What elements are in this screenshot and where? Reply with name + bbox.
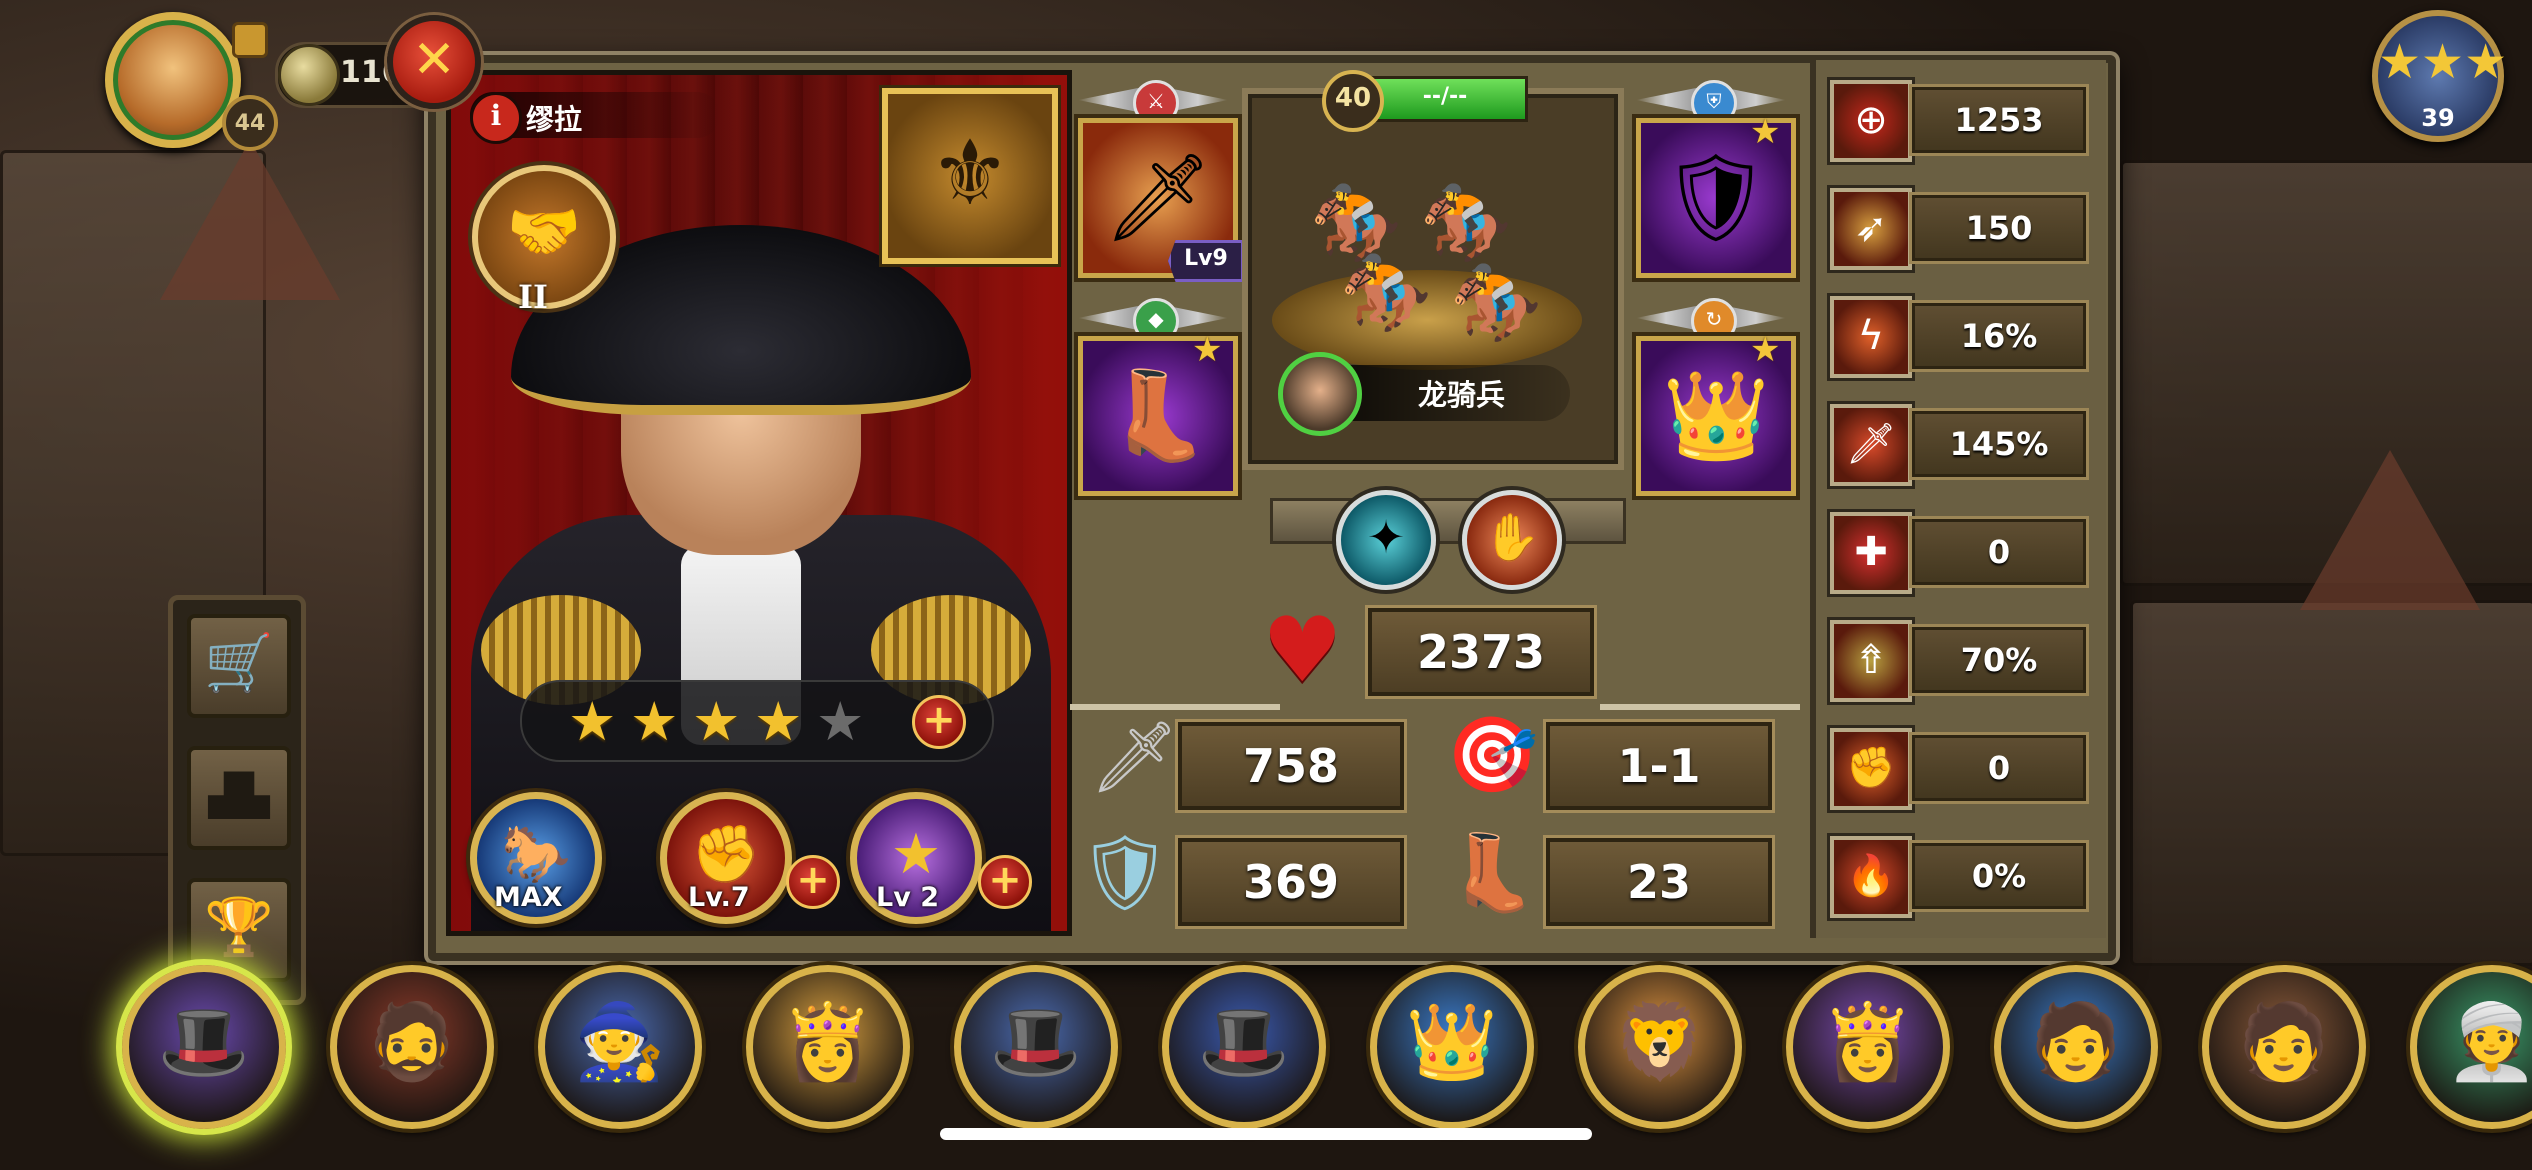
close-button[interactable]: ✕ — [387, 15, 481, 109]
side-menu: 🛒 ▟▙ 🏆 — [168, 595, 306, 1005]
range-target-icon: 🎯 — [1446, 712, 1539, 798]
upgrade-fist-skill-button[interactable]: + — [786, 855, 840, 909]
cavalry-figure-icon: 🏇 — [1340, 250, 1433, 336]
defense-shield-icon: 🛡 — [1078, 830, 1172, 916]
rank-up-icon[interactable]: ⇮ — [1830, 620, 1912, 702]
hero-emblem-icon[interactable]: ⚜ — [882, 88, 1058, 264]
background-building — [2130, 600, 2532, 966]
star-filled-icon: ★ — [568, 690, 617, 753]
hp-heart-icon: ♥ — [1262, 598, 1343, 703]
rank-stars-icon: ★★★ — [2378, 34, 2508, 90]
troop-level: 40 — [1322, 70, 1384, 132]
background-roof — [160, 140, 340, 300]
game-screen: 44 116 ✕ ★★★ 39 🛒 ▟▙ 🏆 i 缪拉 🤝 II ⚜ ★ ★ ★ ★ ★… — [0, 0, 2532, 1170]
heal-icon[interactable]: ✚ — [1830, 512, 1912, 594]
fist-skill-level: Lv.7 — [688, 882, 750, 913]
star-empty-icon: ★ — [816, 690, 865, 753]
hero-rank-numeral: II — [518, 278, 548, 316]
crit-damage-icon[interactable]: 🗡 — [1830, 404, 1912, 486]
ranking-podium-icon[interactable]: ▟▙ — [187, 746, 291, 850]
hero-thumb-hero-old-sage[interactable]: 🧙 — [538, 965, 702, 1129]
attribute-value: 1253 — [1912, 87, 2086, 153]
background-roof — [2300, 450, 2480, 610]
player-level-badge: 44 — [222, 95, 278, 151]
rank-level: 39 — [2421, 104, 2455, 132]
hero-thumb-hero-napoleon[interactable]: 🎩 — [1162, 965, 1326, 1129]
range-value: 1-1 — [1546, 722, 1772, 810]
hero-name: 缪拉 — [526, 103, 583, 136]
upgrade-star-skill-button[interactable]: + — [978, 855, 1032, 909]
hp-value: 2373 — [1368, 608, 1594, 696]
speed-value: 23 — [1546, 838, 1772, 926]
cavalry-figure-icon: 🏇 — [1420, 180, 1513, 266]
home-indicator[interactable] — [940, 1128, 1592, 1140]
attribute-value: 16% — [1912, 303, 2086, 369]
boots-star-icon: ★ — [1192, 330, 1223, 370]
star-filled-icon: ★ — [754, 690, 803, 753]
defense-value: 369 — [1178, 838, 1404, 926]
hand-skill-icon[interactable]: ✋ — [1462, 490, 1562, 590]
speed-boot-icon: 👢 — [1446, 830, 1539, 916]
armor-star-icon: ★ — [1750, 112, 1781, 152]
info-icon[interactable]: i — [470, 92, 522, 144]
hero-thumb-hero-bearded-warrior[interactable]: 🧔 — [330, 965, 494, 1129]
attribute-value: 0% — [1912, 843, 2086, 909]
dodge-icon[interactable]: ➶ — [1830, 188, 1912, 270]
hero-thumb-hero-cleopatra[interactable]: 👑 — [1370, 965, 1534, 1129]
right-ornament — [1600, 584, 1800, 710]
attribute-value: 70% — [1912, 627, 2086, 693]
weapon-slot-badge: ⚔ — [1078, 80, 1228, 126]
formation-bar — [1270, 498, 1626, 544]
troop-commander-avatar — [1278, 352, 1362, 436]
hero-thumb-hero-long-hair-warrior[interactable]: 🧑 — [2202, 965, 2366, 1129]
attack-value: 758 — [1178, 722, 1404, 810]
crit-chance-icon[interactable]: ϟ — [1830, 296, 1912, 378]
burn-icon[interactable]: 🔥 — [1830, 836, 1912, 918]
horse-skill-level: MAX — [494, 882, 563, 913]
hero-thumb-murat[interactable]: 🎩 — [122, 965, 286, 1129]
star-filled-icon: ★ — [630, 690, 679, 753]
hero-thumb-hero-eastern-queen[interactable]: 👸 — [1786, 965, 1950, 1129]
star-filled-icon: ★ — [692, 690, 741, 753]
hero-thumb-hero-blonde-general[interactable]: 🦁 — [1578, 965, 1742, 1129]
coin-icon — [278, 44, 340, 106]
shop-cart-icon[interactable]: 🛒 — [187, 614, 291, 718]
vip-crown-icon — [232, 22, 268, 58]
weapon-level: Lv9 — [1168, 240, 1244, 282]
attribute-value: 0 — [1912, 519, 2086, 585]
attribute-value: 0 — [1912, 735, 2086, 801]
troop-name: 龙骑兵 — [1418, 378, 1506, 412]
hero-thumb-hero-headband-warrior[interactable]: 🧑 — [1994, 965, 2158, 1129]
cavalry-figure-icon: 🏇 — [1450, 260, 1543, 346]
upgrade-stars-button[interactable]: + — [912, 695, 966, 749]
attack-sword-icon: 🗡 — [1090, 716, 1179, 798]
left-ornament — [1070, 584, 1280, 710]
attribute-value: 145% — [1912, 411, 2086, 477]
rank-emblem[interactable]: ★★★ 39 — [2372, 10, 2508, 142]
target-icon[interactable]: ⊕ — [1830, 80, 1912, 162]
attribute-value: 150 — [1912, 195, 2086, 261]
hero-thumb-hero-bicorne-officer[interactable]: 🎩 — [954, 965, 1118, 1129]
hero-thumb-hero-blonde-queen[interactable]: 👸 — [746, 965, 910, 1129]
star-skill-level: Lv 2 — [876, 882, 939, 913]
fist-power-icon[interactable]: ✊ — [1830, 728, 1912, 810]
troop-progress-bar: --/-- — [1362, 76, 1528, 122]
crown-star-icon: ★ — [1750, 330, 1781, 370]
formation-icon[interactable]: ✦ — [1336, 490, 1436, 590]
player-avatar[interactable] — [105, 12, 241, 148]
